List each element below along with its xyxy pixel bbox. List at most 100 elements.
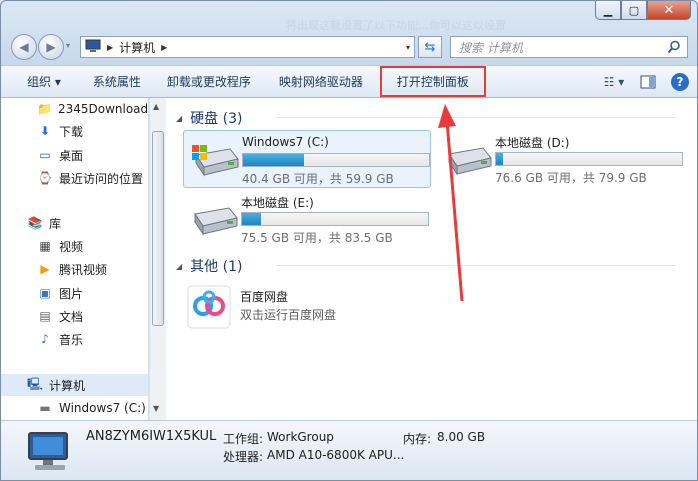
computer-icon	[85, 39, 101, 56]
nav-item-label: 文档	[59, 309, 84, 324]
drive-space-info: 75.5 GB 可用，共 83.5 GB	[241, 231, 393, 245]
explorer-window: 将出现这就设置了以下功能…你可以这以设置 ▁ ▢ ✕ ◀ ▶ ▾ ▶ 计算机 ▶…	[0, 0, 698, 481]
baidu-netdisk-item[interactable]: 百度网盘 双击运行百度网盘	[186, 282, 426, 334]
drive-usage-fill	[242, 213, 261, 225]
item-description: 双击运行百度网盘	[240, 308, 337, 322]
workgroup-value: WorkGroup	[267, 430, 334, 444]
nav-item-3[interactable]: ⌚ 最近访问的位置	[1, 167, 148, 189]
cpu-value: AMD A10-6800K APU...	[267, 448, 405, 462]
memory-value: 8.00 GB	[437, 430, 486, 444]
address-row: ◀ ▶ ▾ ▶ 计算机 ▶ ▾ ⇆ 搜索 计算机	[1, 31, 697, 63]
scroll-down-icon[interactable]: ▼	[153, 404, 159, 413]
recent-places-icon: ⌚	[37, 171, 53, 185]
content-pane: ◢ 硬盘 (3) Windows7 (C:) 40.4 GB 可用，共 59.9 …	[166, 98, 697, 420]
nav-item-6[interactable]: ▶ 腾讯视频	[1, 258, 148, 280]
hard-drive-icon	[443, 144, 493, 178]
refresh-button[interactable]: ⇆	[418, 36, 442, 58]
search-input[interactable]: 搜索 计算机	[450, 36, 688, 58]
nav-item-4[interactable]: 📚 库	[1, 212, 148, 234]
nav-item-label: 计算机	[49, 378, 86, 393]
memory-label: 内存:	[403, 432, 432, 446]
folder-icon: 📁	[37, 102, 52, 116]
group-header-others[interactable]: ◢ 其他 (1)	[176, 256, 696, 276]
search-icon[interactable]	[667, 40, 681, 57]
nav-item-label: 图片	[59, 286, 84, 301]
scroll-up-icon[interactable]: ▲	[153, 102, 159, 111]
nav-item-5[interactable]: ▦ 视频	[1, 235, 148, 257]
video-icon: ▦	[39, 239, 51, 253]
address-bar[interactable]: ▶ 计算机 ▶ ▾	[80, 36, 415, 58]
desktop-icon: ▭	[39, 148, 51, 162]
group-header-disks[interactable]: ◢ 硬盘 (3)	[176, 108, 696, 128]
organize-button[interactable]: 组织 ▾	[1, 65, 83, 98]
help-icon[interactable]: ?	[671, 73, 689, 91]
computer-name: AN8ZYM6IW1X5KUL	[86, 429, 217, 444]
workgroup-label: 工作组:	[223, 432, 264, 446]
uninstall-program-button[interactable]: 卸载或更改程序	[151, 65, 261, 98]
back-arrow-icon: ◀	[19, 40, 29, 54]
system-properties-button[interactable]: 系统属性	[83, 65, 151, 98]
group-title: 硬盘 (3)	[190, 111, 243, 127]
collapse-triangle-icon[interactable]: ◢	[176, 262, 182, 271]
group-divider	[276, 117, 676, 118]
music-icon: ♪	[41, 332, 49, 346]
item-name: 百度网盘	[240, 290, 289, 304]
nav-item-9[interactable]: ♪ 音乐	[1, 328, 148, 350]
cpu-label: 处理器:	[223, 450, 264, 464]
breadcrumb-computer[interactable]: 计算机	[119, 39, 155, 56]
nav-item-1[interactable]: ⬇ 下载	[1, 120, 148, 142]
refresh-icon: ⇆	[424, 39, 436, 55]
details-pane: AN8ZYM6IW1X5KUL 工作组: WorkGroup 内存: 8.00 …	[1, 420, 697, 480]
nav-item-label: 库	[49, 216, 62, 231]
nav-item-label: 腾讯视频	[59, 262, 108, 277]
nav-item-0[interactable]: 📁 2345Downloads	[1, 98, 149, 120]
drive-name: 本地磁盘 (E:)	[241, 196, 314, 210]
drive-space-info: 76.6 GB 可用，共 79.9 GB	[495, 171, 647, 185]
nav-item-8[interactable]: ▤ 文档	[1, 305, 148, 327]
drive-e[interactable]: 本地磁盘 (E:) 75.5 GB 可用，共 83.5 GB	[183, 190, 431, 248]
downloads-folder-icon: ⬇	[39, 124, 51, 138]
drive-space-info: 40.4 GB 可用，共 59.9 GB	[242, 172, 394, 186]
nav-item-label: 下载	[59, 124, 84, 139]
history-dropdown-icon[interactable]: ▾	[66, 41, 70, 50]
title-bar: 将出现这就设置了以下功能…你可以这以设置 ▁ ▢ ✕	[1, 1, 697, 32]
library-icon: 📚	[27, 216, 43, 230]
group-divider	[276, 265, 676, 266]
nav-item-2[interactable]: ▭ 桌面	[1, 144, 148, 166]
breadcrumb-chevron-icon[interactable]: ▶	[161, 43, 167, 52]
maximize-button[interactable]: ▢	[621, 1, 647, 20]
back-button[interactable]: ◀	[11, 34, 37, 60]
drive-usage-fill	[496, 153, 504, 165]
tencent-video-icon: ▶	[40, 262, 50, 276]
nav-scrollbar[interactable]: ▲ ▼	[149, 98, 166, 420]
nav-item-11[interactable]: ▬ Windows7 (C:)	[1, 397, 148, 419]
address-dropdown-icon[interactable]: ▾	[406, 43, 410, 52]
close-button[interactable]: ✕	[647, 1, 691, 20]
hard-drive-icon	[190, 145, 240, 179]
drive-usage-bar	[495, 152, 683, 166]
preview-pane-icon[interactable]	[637, 71, 659, 93]
view-options-icon[interactable]: ☷ ▾	[603, 71, 625, 93]
nav-item-7[interactable]: ▣ 图片	[1, 282, 148, 304]
forward-button[interactable]: ▶	[38, 34, 64, 60]
drive-usage-bar	[241, 212, 429, 226]
hard-drive-icon	[189, 204, 239, 238]
breadcrumb-chevron-icon[interactable]: ▶	[107, 43, 113, 52]
minimize-button[interactable]: ▁	[595, 1, 621, 20]
drive-c[interactable]: Windows7 (C:) 40.4 GB 可用，共 59.9 GB	[183, 130, 431, 188]
drive-d[interactable]: 本地磁盘 (D:) 76.6 GB 可用，共 79.9 GB	[437, 130, 687, 188]
collapse-triangle-icon[interactable]: ◢	[176, 114, 182, 123]
open-control-panel-button[interactable]: 打开控制面板	[379, 65, 487, 98]
nav-item-label: 音乐	[59, 332, 84, 347]
forward-arrow-icon: ▶	[46, 40, 56, 54]
baidu-netdisk-icon	[186, 284, 232, 333]
scroll-thumb[interactable]	[152, 131, 164, 326]
drive-name: Windows7 (C:)	[242, 135, 329, 149]
nav-item-label: 2345Downloads	[57, 102, 149, 116]
computer-large-icon	[27, 431, 73, 476]
map-network-drive-button[interactable]: 映射网络驱动器	[261, 65, 373, 98]
nav-item-label: 视频	[59, 239, 84, 254]
nav-item-10[interactable]: 🖳 计算机	[1, 374, 148, 396]
drive-usage-fill	[243, 154, 305, 166]
nav-item-label: 桌面	[59, 148, 84, 163]
